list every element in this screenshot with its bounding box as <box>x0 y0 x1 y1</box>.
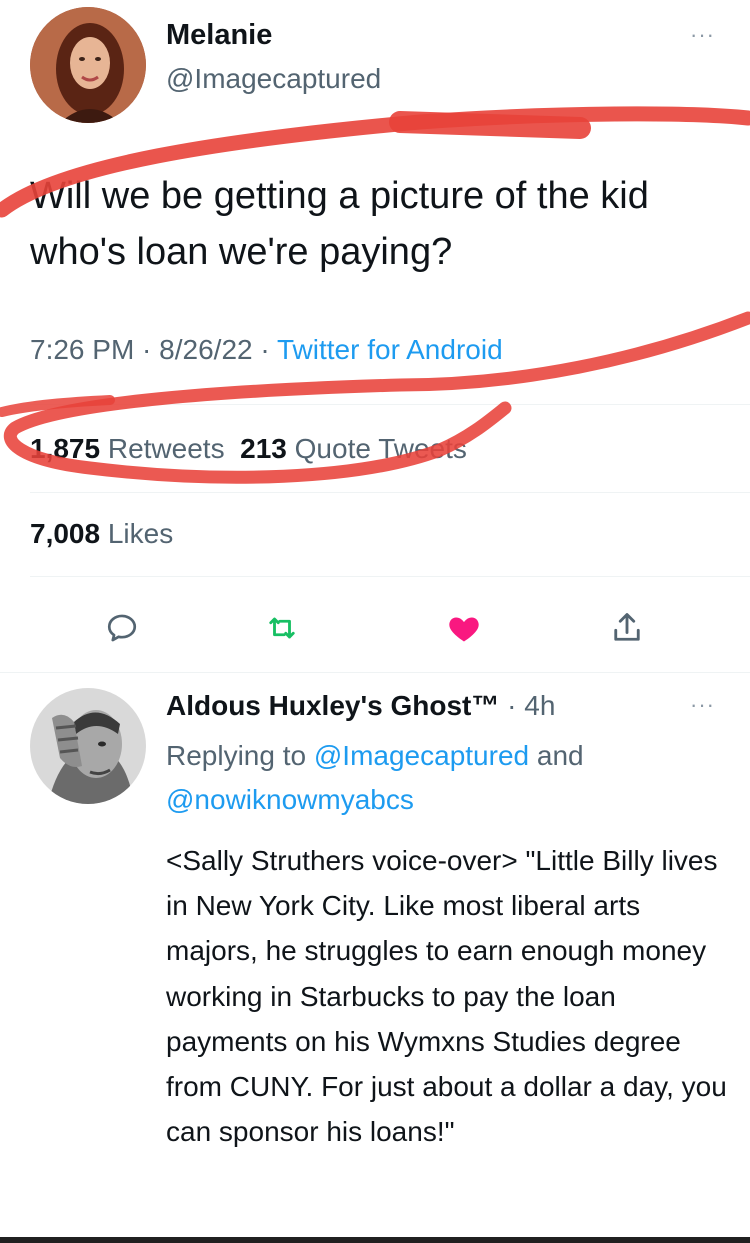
retweet-icon <box>269 617 295 639</box>
quotes-count: 213 <box>240 433 287 464</box>
reply-time[interactable]: · 4h <box>507 690 555 721</box>
tweet-date[interactable]: 8/26/22 <box>159 334 252 365</box>
reply-author-line: Aldous Huxley's Ghost™ · 4h <box>166 690 555 722</box>
reply-text: <Sally Struthers voice-over> "Little Bil… <box>166 845 727 1148</box>
meta-separator: · <box>134 334 160 365</box>
speech-bubble-icon <box>107 614 137 642</box>
divider <box>30 576 750 577</box>
bottom-edge <box>0 1237 750 1243</box>
replying-handle-link[interactable]: @Imagecaptured <box>314 740 529 771</box>
share-icon <box>614 613 640 641</box>
likes-stat[interactable]: 7,008 Likes <box>30 518 173 550</box>
quotes-label: Quote Tweets <box>294 433 467 464</box>
more-options-icon[interactable]: ··· <box>690 22 715 48</box>
reply-author-name[interactable]: Aldous Huxley's Ghost™ <box>166 690 499 721</box>
share-button[interactable] <box>605 606 649 650</box>
replying-and: and <box>536 740 584 771</box>
author-handle[interactable]: @Imagecaptured <box>166 63 381 95</box>
reply-more-options-icon[interactable]: ··· <box>690 692 715 718</box>
divider <box>0 672 750 673</box>
replying-to: Replying to @Imagecaptured and @nowiknowm… <box>166 734 726 822</box>
author-name[interactable]: Melanie <box>166 19 272 52</box>
likes-label: Likes <box>107 518 174 549</box>
divider <box>30 404 750 405</box>
reply-button[interactable] <box>100 606 144 650</box>
replying-handle-link[interactable]: @nowiknowmyabcs <box>166 784 414 815</box>
divider <box>30 492 750 493</box>
retweets-label: Retweets <box>107 433 225 464</box>
like-button[interactable] <box>442 606 486 650</box>
retweets-stat[interactable]: 1,875 Retweets <box>30 433 225 464</box>
quotes-stat[interactable]: 213 Quote Tweets <box>240 433 467 464</box>
author-avatar[interactable] <box>30 7 146 123</box>
likes-count: 7,008 <box>30 518 101 549</box>
heart-icon <box>449 617 479 642</box>
reply-author-avatar[interactable] <box>30 688 146 804</box>
meta-separator: · <box>252 334 277 365</box>
replying-prefix: Replying to <box>166 740 307 771</box>
retweet-button[interactable] <box>260 606 304 650</box>
retweets-count: 1,875 <box>30 433 101 464</box>
tweet-stats: 1,875 Retweets 213 Quote Tweets <box>30 433 467 465</box>
tweet-text: Will we be getting a picture of the kid … <box>30 175 649 273</box>
tweet-source[interactable]: Twitter for Android <box>277 334 503 365</box>
tweet-meta: 7:26 PM · 8/26/22 · Twitter for Android <box>30 334 503 366</box>
tweet-time[interactable]: 7:26 PM <box>30 334 134 365</box>
